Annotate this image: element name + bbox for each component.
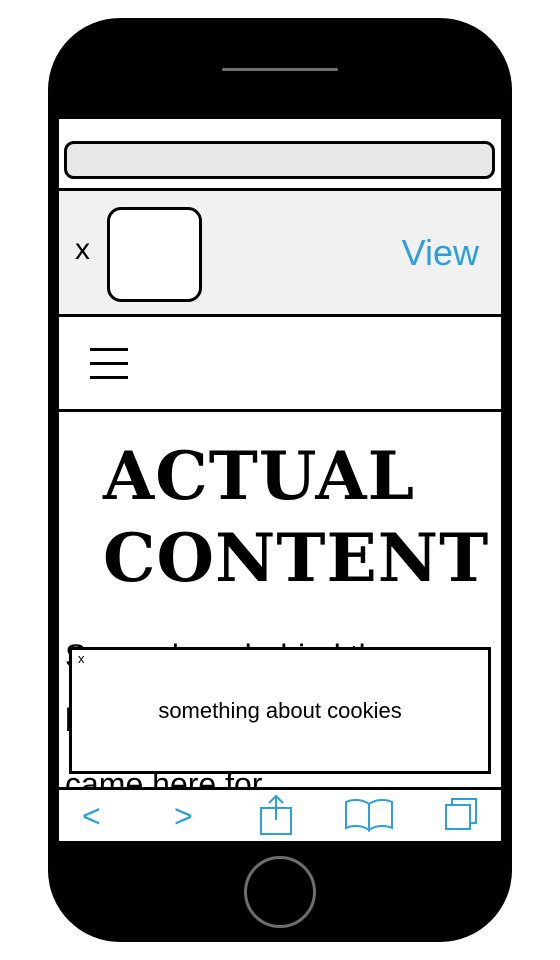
- phone-speaker: [222, 68, 338, 71]
- banner-view-button[interactable]: View: [402, 233, 479, 273]
- share-icon[interactable]: [259, 794, 293, 836]
- cookie-notice: x something about cookies: [69, 647, 491, 774]
- tabs-icon[interactable]: [444, 796, 478, 832]
- bookmarks-icon[interactable]: [344, 796, 394, 832]
- home-button[interactable]: [244, 856, 316, 928]
- app-icon: [107, 207, 202, 302]
- screen: x View ACTUAL CONTENT Somewhere behind t…: [59, 119, 501, 841]
- browser-toolbar: < >: [59, 787, 501, 841]
- app-install-banner: x View: [59, 191, 501, 317]
- address-bar[interactable]: [64, 141, 495, 179]
- cookie-message: something about cookies: [158, 698, 402, 723]
- headline-line-1: ACTUAL: [103, 437, 415, 515]
- banner-close-button[interactable]: x: [75, 235, 90, 265]
- cookie-close-button[interactable]: x: [78, 652, 85, 666]
- forward-button[interactable]: >: [174, 798, 193, 834]
- browser-address-area: [59, 119, 501, 191]
- hamburger-menu-icon[interactable]: [90, 347, 128, 381]
- headline-line-2: CONTENT: [103, 519, 490, 597]
- back-button[interactable]: <: [82, 798, 101, 834]
- page-headline: ACTUAL CONTENT: [103, 435, 489, 599]
- site-nav-bar: [59, 317, 501, 412]
